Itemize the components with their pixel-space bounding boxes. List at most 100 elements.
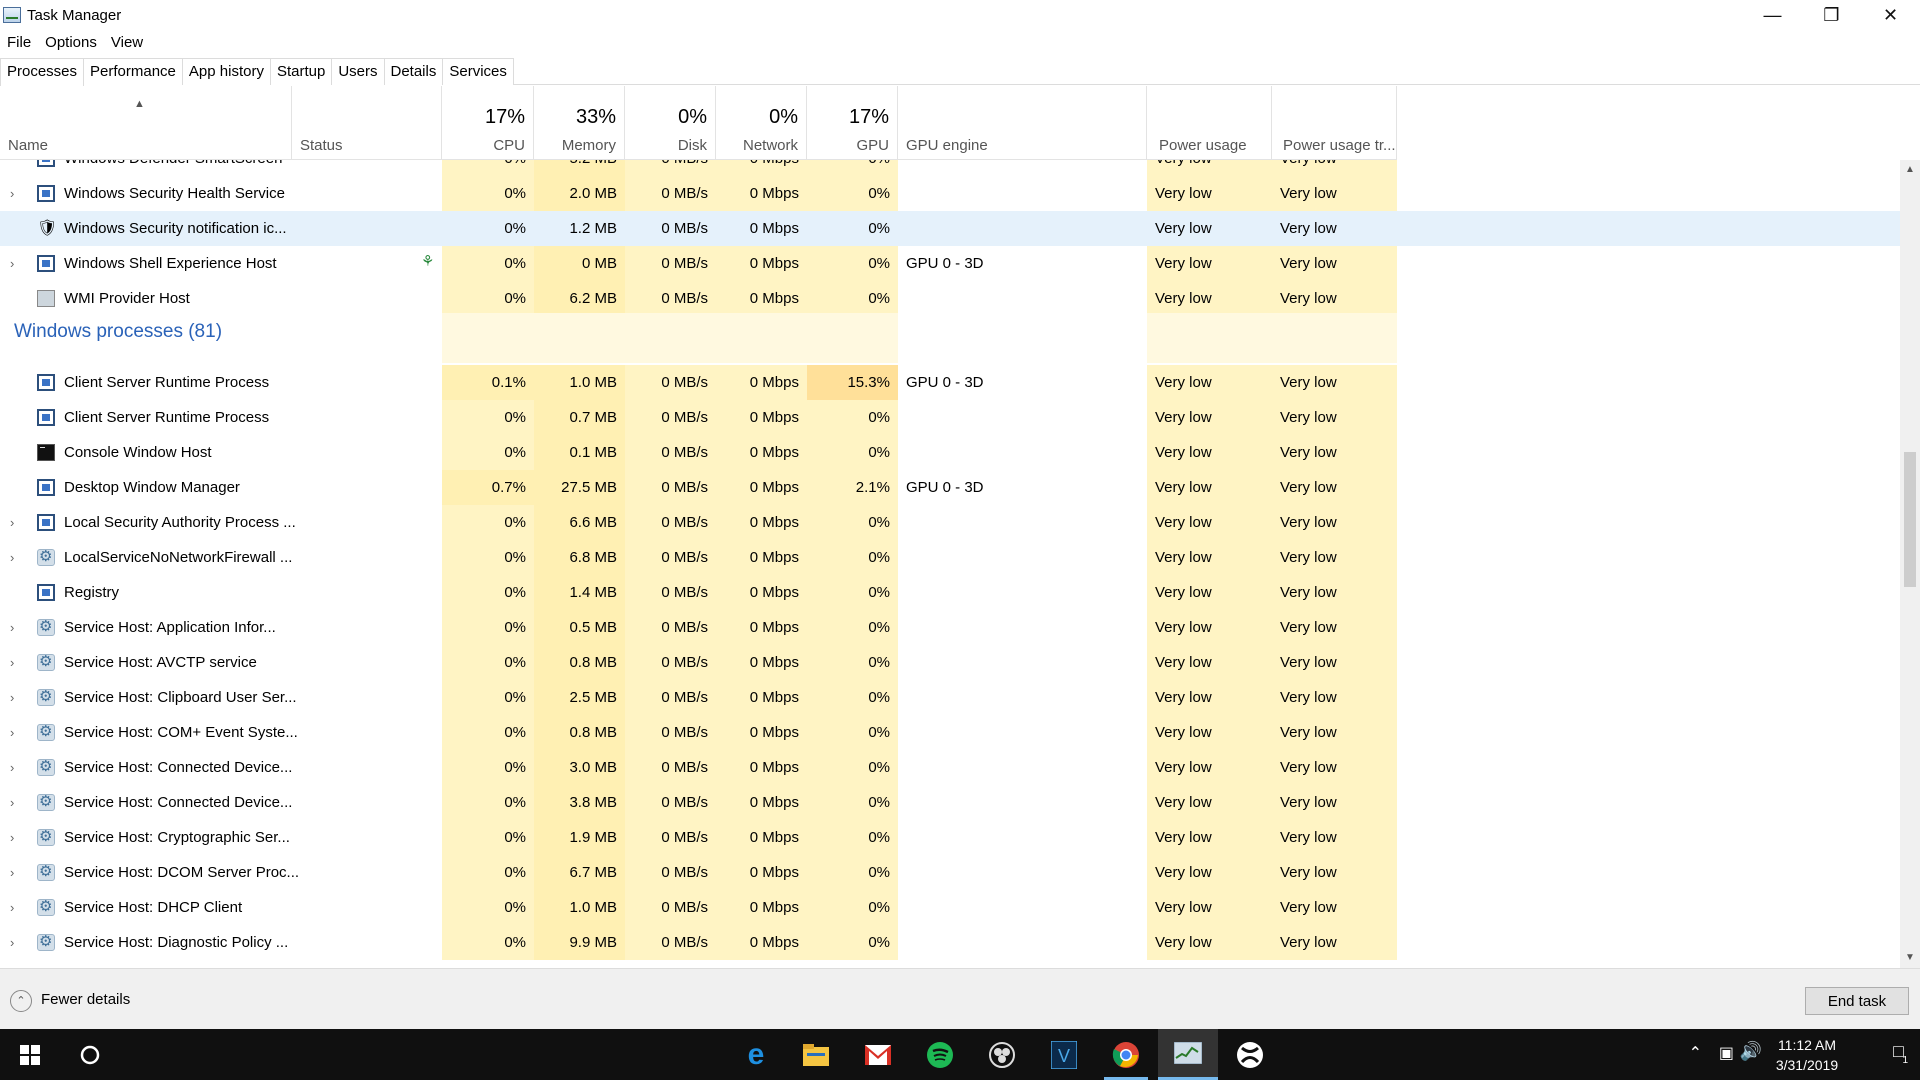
column-power-usage[interactable]: Power usage: [1147, 86, 1272, 160]
volume-icon[interactable]: 🔊: [1740, 1041, 1762, 1062]
power-usage-cell: Very low: [1147, 246, 1272, 281]
chevron-right-icon[interactable]: ›: [10, 820, 14, 855]
scroll-up-icon[interactable]: ▲: [1900, 160, 1920, 180]
chevron-right-icon[interactable]: ›: [10, 855, 14, 890]
chrome-icon[interactable]: [1096, 1029, 1156, 1080]
table-row[interactable]: ›Service Host: DHCP Client0%1.0 MB0 MB/s…: [0, 890, 1900, 925]
table-row[interactable]: ›Service Host: Diagnostic Policy ...0%9.…: [0, 925, 1900, 960]
cpu-cell: 0%: [442, 540, 534, 575]
table-row[interactable]: Windows Security notification ic... 0% 1.2…: [0, 211, 1900, 246]
chevron-right-icon[interactable]: ›: [10, 925, 14, 960]
xbox-icon[interactable]: [1220, 1029, 1280, 1080]
table-row[interactable]: Console Window Host 0% 0.1 MB 0 MB/s 0 Mbps 0…: [0, 435, 1900, 470]
tab-processes[interactable]: Processes: [0, 58, 85, 86]
table-row[interactable]: ›Service Host: COM+ Event Syste...0%0.8 …: [0, 715, 1900, 750]
menu-file[interactable]: File: [0, 34, 38, 51]
spotify-icon[interactable]: [910, 1029, 970, 1080]
fewer-details-link[interactable]: Fewer details: [41, 991, 130, 1008]
column-network[interactable]: 0% Network: [716, 86, 807, 160]
column-name[interactable]: ▲ Name: [0, 86, 292, 160]
group-heat-band: [1147, 313, 1397, 363]
process-name: Client Server Runtime Process: [64, 374, 270, 391]
table-row[interactable]: ›Service Host: AVCTP service0%0.8 MB0 MB…: [0, 645, 1900, 680]
column-memory[interactable]: 33% Memory: [534, 86, 625, 160]
table-row[interactable]: › Windows Shell Experience Host ⚘ 0% 0 MB 0 M…: [0, 246, 1900, 281]
menu-view[interactable]: View: [104, 34, 150, 51]
tab-users[interactable]: Users: [331, 58, 385, 85]
chevron-right-icon[interactable]: ›: [10, 890, 14, 925]
disk-cell: 0 MB/s: [625, 610, 716, 645]
chevron-right-icon[interactable]: ›: [10, 176, 14, 211]
tab-details[interactable]: Details: [383, 58, 444, 85]
table-row[interactable]: ›Service Host: Connected Device...0%3.8 …: [0, 785, 1900, 820]
column-gpu[interactable]: 17% GPU: [807, 86, 898, 160]
chevron-right-icon[interactable]: ›: [10, 750, 14, 785]
column-disk[interactable]: 0% Disk: [625, 86, 716, 160]
chevron-up-icon[interactable]: ⌃: [10, 990, 32, 1012]
network-cell: 0 Mbps: [716, 176, 807, 211]
table-row[interactable]: Windows Defender SmartScreen0%5.2 MB0 MB…: [0, 160, 1900, 176]
table-row[interactable]: WMI Provider Host 0% 6.2 MB 0 MB/s 0 Mbps 0% V…: [0, 281, 1900, 316]
table-row[interactable]: Client Server Runtime Process 0% 0.7 MB 0 M…: [0, 400, 1900, 435]
memory-cell: 0.7 MB: [534, 400, 625, 435]
power-usage-cell: Very low: [1147, 281, 1272, 316]
end-task-button[interactable]: End task: [1805, 987, 1909, 1015]
disk-cell: 0 MB/s: [625, 246, 716, 281]
table-row[interactable]: Registry 0% 1.4 MB 0 MB/s 0 Mbps 0% Very low Ve…: [0, 575, 1900, 610]
edge-icon[interactable]: e: [726, 1029, 786, 1080]
table-row[interactable]: ›Service Host: Connected Device...0%3.0 …: [0, 750, 1900, 785]
table-row[interactable]: ›Service Host: DCOM Server Proc...0%6.7 …: [0, 855, 1900, 890]
vertical-scrollbar[interactable]: ▲ ▼: [1900, 160, 1920, 968]
chevron-right-icon[interactable]: ›: [10, 246, 14, 281]
gmail-icon[interactable]: [848, 1029, 908, 1080]
vegas-icon[interactable]: V: [1034, 1029, 1094, 1080]
group-header[interactable]: Windows processes (81): [0, 313, 1900, 363]
obs-icon[interactable]: [972, 1029, 1032, 1080]
cpu-cell: 0%: [442, 160, 534, 176]
chevron-right-icon[interactable]: ›: [10, 645, 14, 680]
table-row[interactable]: › Local Security Authority Process ... 0% 6…: [0, 505, 1900, 540]
tab-app-history[interactable]: App history: [181, 58, 271, 85]
chevron-up-icon[interactable]: ⌃: [1689, 1043, 1702, 1063]
column-gpu-engine[interactable]: GPU engine: [898, 86, 1147, 160]
minimize-button[interactable]: —: [1743, 0, 1802, 30]
column-power-usage-trend[interactable]: Power usage tr...: [1272, 86, 1397, 160]
tab-startup[interactable]: Startup: [269, 58, 333, 85]
chevron-right-icon[interactable]: ›: [10, 715, 14, 750]
process-name: Windows Security notification ic...: [64, 220, 287, 237]
close-button[interactable]: ✕: [1861, 0, 1920, 30]
chevron-right-icon[interactable]: ›: [10, 505, 14, 540]
restore-button[interactable]: ❐: [1802, 0, 1861, 30]
window-icon: [37, 185, 55, 202]
task-manager-taskbar-icon[interactable]: [1158, 1029, 1218, 1080]
chevron-right-icon[interactable]: ›: [10, 680, 14, 715]
power-trend-cell: Very low: [1272, 505, 1397, 540]
chevron-right-icon[interactable]: ›: [10, 785, 14, 820]
chevron-right-icon[interactable]: ›: [10, 540, 14, 575]
file-explorer-icon[interactable]: [786, 1029, 846, 1080]
power-trend-cell: Very low: [1272, 281, 1397, 316]
table-row[interactable]: ›Service Host: Clipboard User Ser...0%2.…: [0, 680, 1900, 715]
table-row[interactable]: Desktop Window Manager 0.7% 27.5 MB 0 MB/s 0…: [0, 470, 1900, 505]
table-row[interactable]: ›Service Host: Application Infor...0%0.5…: [0, 610, 1900, 645]
chevron-right-icon[interactable]: ›: [10, 610, 14, 645]
network-cell: 0 Mbps: [716, 281, 807, 316]
cortana-icon[interactable]: [60, 1029, 120, 1080]
disk-cell: 0 MB/s: [625, 365, 716, 400]
column-status[interactable]: Status: [292, 86, 442, 160]
cpu-cell: 0%: [442, 281, 534, 316]
table-row[interactable]: Client Server Runtime Process 0.1% 1.0 MB 0…: [0, 365, 1900, 400]
table-row[interactable]: › Windows Security Health Service 0% 2.0 MB…: [0, 176, 1900, 211]
column-cpu[interactable]: 17% CPU: [442, 86, 534, 160]
scrollbar-thumb[interactable]: [1904, 452, 1916, 587]
table-row[interactable]: ›Service Host: Cryptographic Ser...0%1.9…: [0, 820, 1900, 855]
clock[interactable]: 11:12 AM 3/31/2019: [1767, 1035, 1847, 1075]
menu-options[interactable]: Options: [38, 34, 104, 51]
tab-performance[interactable]: Performance: [83, 58, 183, 85]
table-row[interactable]: ›LocalServiceNoNetworkFirewall ...0%6.8 …: [0, 540, 1900, 575]
network-icon[interactable]: ▣: [1719, 1043, 1734, 1063]
footer-bar: ⌃ Fewer details End task: [0, 968, 1920, 1029]
windows-start-icon[interactable]: [0, 1029, 60, 1080]
scroll-down-icon[interactable]: ▼: [1900, 948, 1920, 968]
tab-services[interactable]: Services: [442, 58, 514, 85]
